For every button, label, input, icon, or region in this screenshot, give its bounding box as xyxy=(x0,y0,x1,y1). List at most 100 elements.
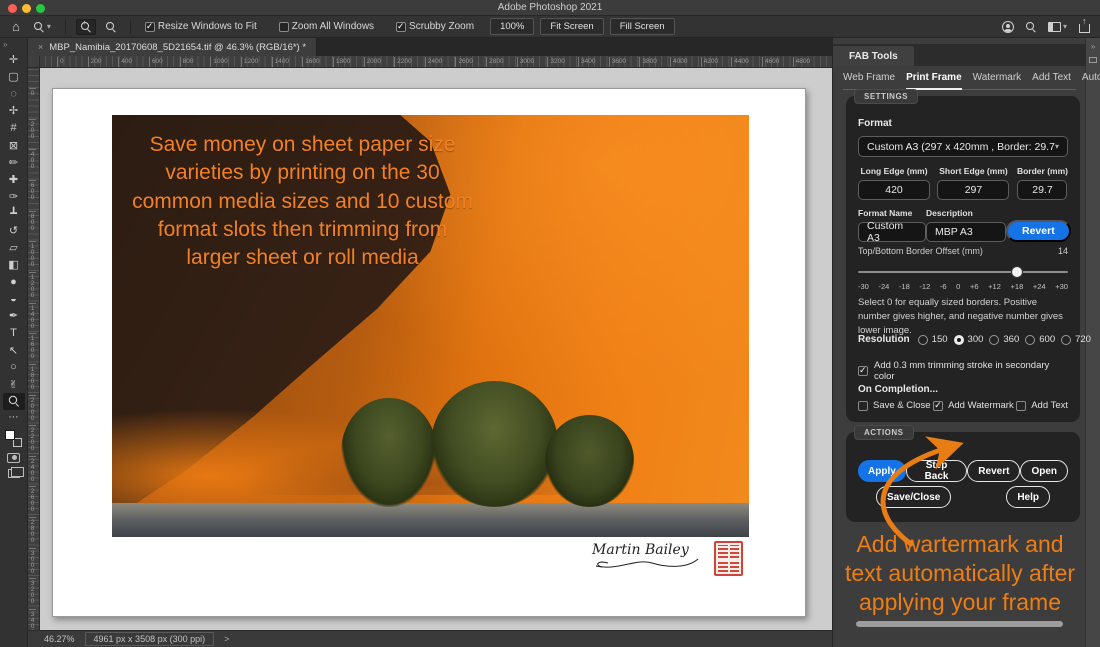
slider-track[interactable] xyxy=(858,271,1068,273)
hand-tool[interactable]: ✌ xyxy=(3,376,25,393)
checkbox[interactable] xyxy=(396,22,406,32)
size-field-input[interactable]: 420 xyxy=(858,180,930,200)
color-swatches[interactable] xyxy=(5,430,22,447)
frame-tool[interactable]: ⊠ xyxy=(3,136,25,153)
workspace-switcher[interactable]: ▾ xyxy=(1048,22,1067,32)
edit-toolbar-icon[interactable]: ⋯ xyxy=(9,414,19,422)
brush-tool[interactable]: ✑ xyxy=(3,188,25,205)
radio-button[interactable] xyxy=(1025,335,1035,345)
format-dropdown[interactable]: Custom A3 (297 x 420mm , Border: 29.7mm … xyxy=(858,136,1068,157)
status-chevron-icon[interactable]: > xyxy=(224,634,229,644)
account-icon[interactable] xyxy=(1002,21,1014,33)
zoom-tool[interactable] xyxy=(3,393,25,410)
lasso-tool[interactable]: ◌ xyxy=(3,85,25,102)
tab-web-frame[interactable]: Web Frame xyxy=(843,72,895,83)
collapse-toolbar-icon[interactable]: » xyxy=(0,38,27,51)
document-tab[interactable]: × MBP_Namibia_20170608_5D21654.tif @ 46.… xyxy=(28,38,317,56)
completion-checkbox-save-close[interactable]: Save & Close xyxy=(858,400,931,411)
tab-autopilot[interactable]: Autopilot xyxy=(1082,72,1100,83)
resolution-option-150[interactable]: 150 xyxy=(918,334,948,345)
checkbox[interactable] xyxy=(145,22,155,32)
resolution-option-300[interactable]: 300 xyxy=(954,334,984,345)
fab-tools-tab[interactable]: FAB Tools xyxy=(833,46,914,66)
size-field-label: Border (mm) xyxy=(1017,166,1068,176)
zoom-100-button[interactable]: 100% xyxy=(490,18,534,35)
tree xyxy=(431,381,558,508)
apply-button[interactable]: Apply xyxy=(858,460,906,482)
zoom-out-button[interactable]: − xyxy=(102,19,120,35)
share-icon[interactable] xyxy=(1079,24,1090,33)
option-checkbox-resize-windows-to-fit[interactable]: Resize Windows to Fit xyxy=(141,19,261,35)
open-button[interactable]: Open xyxy=(1020,460,1068,482)
zoom-in-button[interactable]: + xyxy=(76,19,96,35)
fill-screen-button[interactable]: Fill Screen xyxy=(610,18,675,35)
search-icon[interactable] xyxy=(1026,22,1036,32)
dodge-tool[interactable]: ◒ xyxy=(3,290,25,307)
checkbox[interactable] xyxy=(1016,401,1026,411)
revert-button[interactable]: Revert xyxy=(967,460,1020,482)
screen-mode-icon[interactable] xyxy=(8,469,20,478)
pen-tool[interactable]: ✒ xyxy=(3,307,25,324)
resolution-option-360[interactable]: 360 xyxy=(989,334,1019,345)
collapse-panel-icon[interactable]: » xyxy=(1086,38,1100,51)
eraser-tool[interactable]: ▱ xyxy=(3,239,25,256)
clone-stamp-tool[interactable]: ┻ xyxy=(3,205,25,222)
crop-tool[interactable]: # xyxy=(3,119,25,136)
resolution-option-720[interactable]: 720 xyxy=(1061,334,1091,345)
ruler-label: 2400 xyxy=(29,456,36,482)
type-tool[interactable]: T xyxy=(3,325,25,342)
quick-mask-icon[interactable] xyxy=(7,453,20,463)
radio-button[interactable] xyxy=(1061,335,1071,345)
radio-button[interactable] xyxy=(989,335,999,345)
scale-tick-label: 0 xyxy=(956,282,960,291)
blur-tool[interactable]: ● xyxy=(3,273,25,290)
panel-scrollbar[interactable] xyxy=(856,621,1063,627)
step-back-button[interactable]: Step Back xyxy=(906,460,968,482)
panel-menu-icon[interactable] xyxy=(1089,57,1097,63)
checkbox[interactable] xyxy=(933,401,943,411)
radio-button[interactable] xyxy=(918,335,928,345)
revert-button[interactable]: Revert xyxy=(1006,220,1071,242)
radio-button[interactable] xyxy=(954,335,964,345)
vertical-ruler[interactable]: 0200400600800100012001400160018002000220… xyxy=(28,68,40,630)
close-tab-icon[interactable]: × xyxy=(38,42,43,52)
size-field-input[interactable]: 29.7 xyxy=(1017,180,1067,200)
tab-watermark[interactable]: Watermark xyxy=(973,72,1022,83)
eyedropper-tool[interactable]: ✏ xyxy=(3,154,25,171)
quick-selection-tool[interactable]: ✢ xyxy=(3,102,25,119)
healing-brush-tool[interactable]: ✚ xyxy=(3,171,25,188)
tab-add-text[interactable]: Add Text xyxy=(1032,72,1071,83)
resolution-option-600[interactable]: 600 xyxy=(1025,334,1055,345)
checkbox[interactable] xyxy=(858,401,868,411)
zoom-level-field[interactable]: 46.27% xyxy=(44,634,75,644)
offset-slider[interactable] xyxy=(858,266,1068,278)
tab-print-frame[interactable]: Print Frame xyxy=(906,72,962,83)
current-tool-button[interactable]: ▾ xyxy=(30,19,55,35)
help-button[interactable]: Help xyxy=(1006,486,1050,508)
option-checkbox-scrubby-zoom[interactable]: Scrubby Zoom xyxy=(392,19,478,35)
completion-checkbox-add-text[interactable]: Add Text xyxy=(1016,400,1068,411)
format-name-input[interactable]: Custom A3 xyxy=(858,222,926,242)
completion-checkbox-add-watermark[interactable]: Add Watermark xyxy=(933,400,1014,411)
foreground-color-swatch[interactable] xyxy=(5,430,15,440)
size-field-input[interactable]: 297 xyxy=(937,180,1009,200)
option-checkbox-zoom-all-windows[interactable]: Zoom All Windows xyxy=(275,19,378,35)
marquee-tool[interactable]: ▢ xyxy=(3,68,25,85)
checkbox[interactable] xyxy=(279,22,289,32)
trimming-stroke-checkbox[interactable] xyxy=(858,366,868,376)
document-tab-bar: × MBP_Namibia_20170608_5D21654.tif @ 46.… xyxy=(28,38,832,56)
save-close-button[interactable]: Save/Close xyxy=(876,486,951,508)
canvas-area[interactable]: Save money on sheet paper size varieties… xyxy=(40,68,832,630)
gradient-tool[interactable]: ◧ xyxy=(3,256,25,273)
ruler-label: 1400 xyxy=(272,57,289,67)
description-input[interactable]: MBP A3 xyxy=(926,222,1006,242)
slider-handle[interactable] xyxy=(1011,266,1023,278)
history-brush-tool[interactable]: ↺ xyxy=(3,222,25,239)
path-selection-tool[interactable]: ↖ xyxy=(3,342,25,359)
horizontal-ruler[interactable]: 0200400600800100012001400160018002000220… xyxy=(40,56,832,68)
home-button[interactable]: ⌂ xyxy=(8,19,24,35)
ruler-label: 2400 xyxy=(425,57,442,67)
move-tool[interactable]: ✛ xyxy=(3,51,25,68)
shape-tool[interactable]: ○ xyxy=(3,359,25,376)
fit-screen-button[interactable]: Fit Screen xyxy=(540,18,603,35)
